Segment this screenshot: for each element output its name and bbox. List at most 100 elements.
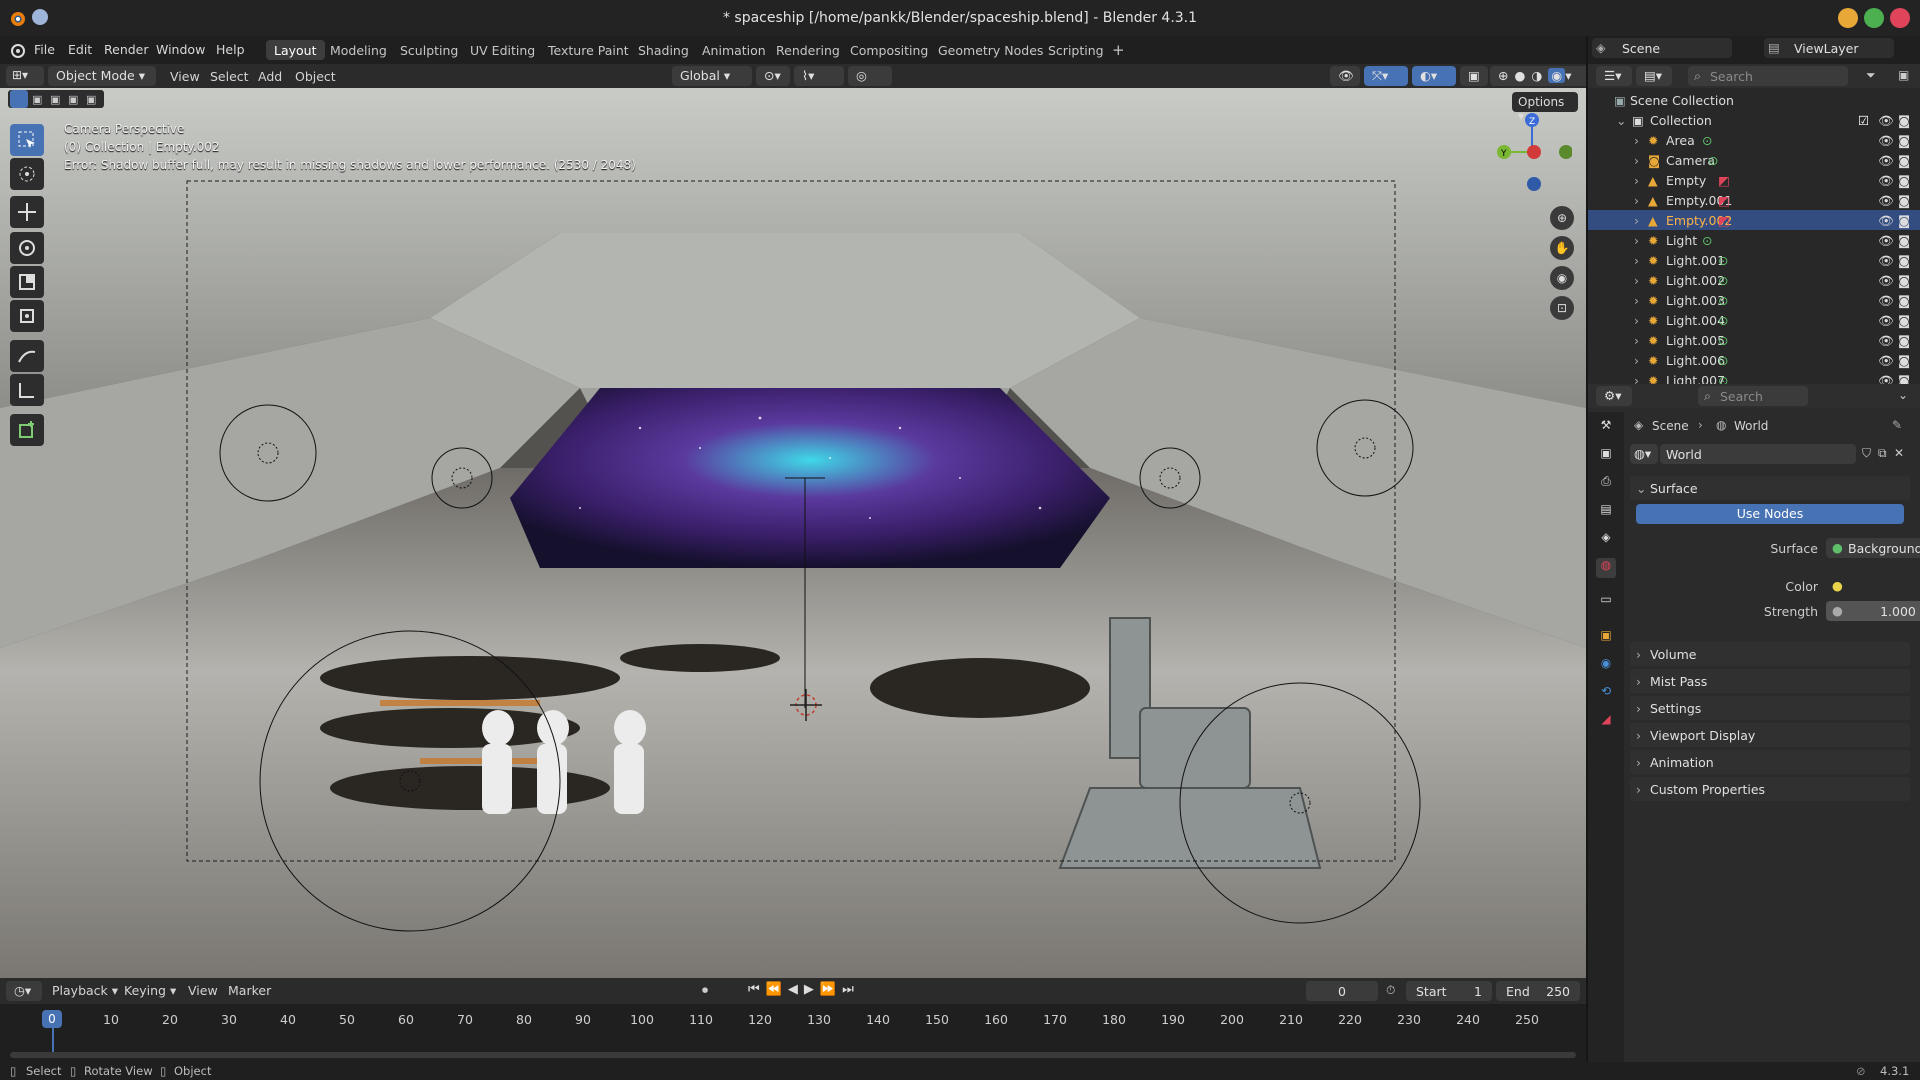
color-swatch[interactable]	[1850, 579, 1920, 593]
playhead-frame-label[interactable]: 0	[42, 1010, 62, 1028]
render-camera-icon[interactable]: ◙	[1898, 333, 1910, 348]
panel-header-animation[interactable]: › Animation	[1630, 750, 1910, 774]
tab-animation[interactable]: Animation	[694, 40, 774, 60]
scale-tool[interactable]	[10, 266, 44, 298]
visibility-eye-icon[interactable]: 👁	[1878, 353, 1894, 369]
timeline-scrollbar[interactable]	[10, 1052, 1576, 1058]
strength-slider[interactable]: ● 1.000	[1826, 601, 1920, 621]
tab-uv-editing[interactable]: UV Editing	[462, 40, 543, 60]
axis-x-icon[interactable]	[1527, 145, 1541, 159]
render-camera-icon[interactable]: ◙	[1898, 273, 1910, 288]
blender-menu-icon[interactable]	[8, 41, 26, 59]
outliner-item[interactable]: › ◙ Camera ⊙ 👁 ◙	[1588, 150, 1920, 170]
select-invert-icon[interactable]: ▣	[68, 93, 78, 106]
menu-file[interactable]: File	[34, 42, 55, 57]
outliner-item[interactable]: › ▲ Empty.001 ◩ 👁 ◙	[1588, 190, 1920, 210]
render-camera-icon[interactable]: ◙	[1898, 253, 1910, 268]
pin-icon[interactable]: ✎	[1892, 418, 1902, 432]
chevron-right-icon[interactable]: ›	[1634, 333, 1639, 348]
menu-edit[interactable]: Edit	[68, 42, 92, 57]
world-tab-icon[interactable]: ◍	[1596, 558, 1616, 578]
viewport-menu-select[interactable]: Select	[210, 69, 249, 84]
menu-render[interactable]: Render	[104, 42, 149, 57]
render-tab-icon[interactable]: ▣	[1596, 446, 1616, 466]
outliner-item[interactable]: › ▲ Empty ◩ 👁 ◙	[1588, 170, 1920, 190]
outliner-item[interactable]: › ✹ Light ⊙ 👁 ◙	[1588, 230, 1920, 250]
properties-search-input[interactable]: ⌕ Search	[1698, 386, 1808, 406]
select-new-icon[interactable]	[10, 90, 28, 108]
visibility-eye-icon[interactable]: 👁	[1878, 253, 1894, 269]
add-workspace-button[interactable]: +	[1104, 38, 1133, 59]
color-field[interactable]: ●	[1826, 576, 1920, 596]
render-camera-icon[interactable]: ◙	[1898, 313, 1910, 328]
measure-tool[interactable]	[10, 374, 44, 406]
navigation-gizmo[interactable]: Z Y	[1492, 106, 1572, 196]
3d-viewport[interactable]: Camera Perspective (0) Collection | Empt…	[0, 88, 1586, 978]
visibility-eye-icon[interactable]: 👁	[1878, 293, 1894, 309]
chevron-right-icon[interactable]: ›	[1634, 193, 1639, 208]
overlay-toggle[interactable]: ◐▾	[1412, 66, 1456, 86]
chevron-right-icon[interactable]: ›	[1634, 153, 1639, 168]
chevron-right-icon[interactable]: ›	[1634, 173, 1639, 188]
tab-compositing[interactable]: Compositing	[842, 40, 936, 60]
outliner-search-input[interactable]: ⌕ Search	[1688, 66, 1848, 86]
keying-menu[interactable]: Keying ▾	[124, 983, 176, 998]
preview-range-icon[interactable]: ⏱	[1386, 983, 1395, 998]
select-subtract-icon[interactable]: ▣	[50, 93, 60, 106]
outliner-collection[interactable]: ⌄ ▣ Collection ☑ 👁 ◙	[1588, 110, 1920, 130]
data-tab-icon[interactable]: ◢	[1596, 712, 1616, 732]
snap-toggle[interactable]: ⌇▾	[794, 66, 844, 86]
visibility-eye-icon[interactable]: 👁	[1878, 173, 1894, 189]
timeline-editor-type[interactable]: ◷▾	[6, 981, 42, 1001]
pivot-dropdown[interactable]: ⊙▾	[756, 66, 790, 86]
close-button[interactable]	[1890, 8, 1910, 28]
panel-header-settings[interactable]: › Settings	[1630, 696, 1910, 720]
visibility-eye-icon[interactable]: 👁	[1878, 193, 1894, 209]
chevron-right-icon[interactable]: ›	[1634, 293, 1639, 308]
outliner-item[interactable]: › ✹ Light.005 ⊙ 👁 ◙	[1588, 330, 1920, 350]
surface-panel-header[interactable]: ⌄ Surface	[1630, 476, 1910, 500]
tab-texture-paint[interactable]: Texture Paint	[540, 40, 637, 60]
marker-menu[interactable]: Marker	[228, 983, 271, 998]
display-mode-dropdown[interactable]: ▤▾	[1636, 66, 1672, 86]
render-camera-icon[interactable]: ◙	[1898, 233, 1910, 248]
select-box-tool[interactable]	[10, 124, 44, 156]
outliner-item[interactable]: › ▲ Empty.002 ◩ 👁 ◙	[1588, 210, 1920, 230]
record-icon[interactable]: ⏺	[702, 983, 708, 998]
duplicate-icon[interactable]: ⧉	[1878, 446, 1887, 461]
visibility-eye-icon[interactable]: 👁	[1878, 313, 1894, 329]
timeline-ruler[interactable]: 0 10 20 30 40 50 60 70 80 90 100 110 120 130 140 150 160…	[0, 1004, 1586, 1062]
timeline-view-menu[interactable]: View	[188, 983, 218, 998]
zoom-icon[interactable]: ⊕	[1550, 206, 1574, 230]
chevron-down-icon[interactable]: ⌄	[1616, 113, 1626, 128]
outliner-item[interactable]: › ✹ Light.004 ⊙ 👁 ◙	[1588, 310, 1920, 330]
tab-layout[interactable]: Layout	[266, 40, 325, 60]
tab-shading[interactable]: Shading	[630, 40, 697, 60]
playback-controls[interactable]: ⏮⏪◀▶⏩⏭	[748, 982, 860, 997]
panel-header-viewport-display[interactable]: › Viewport Display	[1630, 723, 1910, 747]
panel-header-mist-pass[interactable]: › Mist Pass	[1630, 669, 1910, 693]
scene-tab-icon[interactable]: ◈	[1596, 530, 1616, 550]
chevron-right-icon[interactable]: ›	[1634, 313, 1639, 328]
axis-neg-y-icon[interactable]	[1559, 145, 1572, 159]
shading-modes[interactable]: ⊕●◑ ◉ ▾	[1490, 66, 1590, 86]
visibility-eye-icon[interactable]: 👁	[1878, 333, 1894, 349]
render-camera-icon[interactable]: ◙	[1898, 293, 1910, 308]
tool-tab-icon[interactable]: ⚒	[1596, 418, 1616, 438]
select-extend-icon[interactable]: ▣	[32, 93, 42, 106]
chevron-right-icon[interactable]: ›	[1634, 133, 1639, 148]
constraints-tab-icon[interactable]: ⟲	[1596, 684, 1616, 704]
visibility-eye-icon[interactable]: 👁	[1878, 153, 1894, 169]
object-tab-icon[interactable]: ▣	[1596, 628, 1616, 648]
current-frame-field[interactable]: 0	[1306, 981, 1378, 1001]
viewlayer-selector[interactable]: ▤ ViewLayer	[1764, 38, 1894, 58]
transform-orientation-dropdown[interactable]: Global ▾	[672, 66, 752, 86]
minimize-button[interactable]	[1838, 8, 1858, 28]
render-camera-icon[interactable]: ◙	[1898, 213, 1910, 228]
visibility-eye-icon[interactable]: 👁	[1878, 213, 1894, 229]
unlink-icon[interactable]: ✕	[1894, 446, 1904, 460]
chevron-right-icon[interactable]: ›	[1634, 273, 1639, 288]
view-layer-tab-icon[interactable]: ▤	[1596, 502, 1616, 522]
select-intersect-icon[interactable]: ▣	[86, 93, 96, 106]
tab-sculpting[interactable]: Sculpting	[392, 40, 466, 60]
